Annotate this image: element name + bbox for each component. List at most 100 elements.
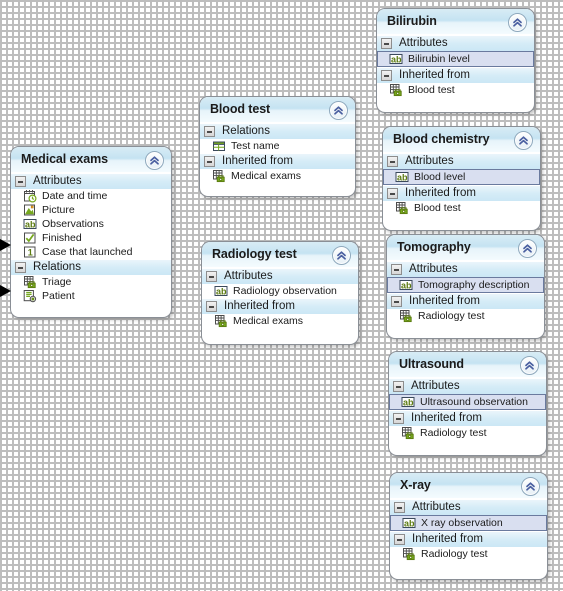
- relation-table-icon: [23, 275, 37, 289]
- section-header-label: Inherited from: [399, 69, 470, 81]
- entity-title-bar[interactable]: Blood test: [200, 97, 355, 123]
- text-ab-icon: ab: [389, 52, 403, 66]
- minus-box-icon[interactable]: [206, 301, 217, 312]
- member-label: Date and time: [42, 190, 108, 202]
- section-header[interactable]: Attributes: [383, 153, 540, 169]
- member-row[interactable]: ab Tomography description: [387, 277, 544, 293]
- minus-box-icon[interactable]: [393, 381, 404, 392]
- minus-box-icon[interactable]: [206, 271, 217, 282]
- member-row[interactable]: ab Radiology observation: [202, 284, 358, 298]
- svg-text:ab: ab: [216, 286, 227, 296]
- section-header[interactable]: Attributes: [387, 261, 544, 277]
- minus-box-icon[interactable]: [381, 38, 392, 49]
- double-chevron-up-icon[interactable]: [508, 13, 527, 32]
- entity-box-tomography[interactable]: Tomography Attributes ab Tomography descrip…: [386, 234, 545, 339]
- entity-title-bar[interactable]: Tomography: [387, 235, 544, 261]
- entity-box-blood-test[interactable]: Blood test Relations Test name Inherited fr…: [199, 96, 356, 197]
- section-header[interactable]: Attributes: [11, 173, 171, 189]
- minus-box-icon[interactable]: [15, 176, 26, 187]
- member-row[interactable]: Radiology test: [387, 309, 544, 323]
- diagram-canvas[interactable]: Medical exams Attributes Date and time Pict…: [0, 0, 563, 591]
- member-row[interactable]: Test name: [200, 139, 355, 153]
- entity-box-x-ray[interactable]: X-ray Attributes ab X ray observation Inheri…: [389, 472, 548, 580]
- member-row[interactable]: Triage: [11, 275, 171, 289]
- entity-title-bar[interactable]: Medical exams: [11, 147, 171, 173]
- text-ab-icon: ab: [395, 170, 409, 184]
- minus-box-icon[interactable]: [393, 413, 404, 424]
- double-chevron-up-icon[interactable]: [145, 151, 164, 170]
- entity-title-label: Radiology test: [212, 247, 297, 261]
- section-header[interactable]: Relations: [11, 259, 171, 275]
- section-header[interactable]: Inherited from: [387, 293, 544, 309]
- minus-box-icon[interactable]: [391, 296, 402, 307]
- member-label: Blood test: [414, 202, 461, 214]
- member-row[interactable]: Radiology test: [389, 426, 546, 440]
- entity-title-bar[interactable]: Blood chemistry: [383, 127, 540, 153]
- member-row[interactable]: Date and time: [11, 189, 171, 203]
- entity-box-medical-exams[interactable]: Medical exams Attributes Date and time Pict…: [10, 146, 172, 318]
- section-header[interactable]: Attributes: [389, 378, 546, 394]
- member-label: Test name: [231, 140, 280, 152]
- minus-box-icon[interactable]: [204, 126, 215, 137]
- entity-title-bar[interactable]: Radiology test: [202, 242, 358, 268]
- number-one-icon: 1: [23, 245, 37, 259]
- svg-text:ab: ab: [391, 54, 402, 64]
- member-row[interactable]: Medical exams: [202, 314, 358, 328]
- double-chevron-up-icon[interactable]: [332, 246, 351, 265]
- entity-box-ultrasound[interactable]: Ultrasound Attributes ab Ultrasound observa…: [388, 351, 547, 456]
- svg-text:ab: ab: [404, 518, 415, 528]
- double-chevron-up-icon[interactable]: [514, 131, 533, 150]
- text-ab-icon: ab: [402, 516, 416, 530]
- member-row[interactable]: ab X ray observation: [390, 515, 547, 531]
- minus-box-icon[interactable]: [387, 188, 398, 199]
- section-header-label: Relations: [33, 261, 81, 273]
- member-row[interactable]: ab Observations: [11, 217, 171, 231]
- minus-box-icon[interactable]: [15, 262, 26, 273]
- section-header[interactable]: Inherited from: [377, 67, 534, 83]
- minus-box-icon[interactable]: [381, 70, 392, 81]
- member-row[interactable]: ab Ultrasound observation: [389, 394, 546, 410]
- section-header[interactable]: Relations: [200, 123, 355, 139]
- triage-relation-arrow: [0, 239, 11, 251]
- date-time-icon: [23, 189, 37, 203]
- double-chevron-up-icon[interactable]: [329, 101, 348, 120]
- member-row[interactable]: Radiology test: [390, 547, 547, 561]
- picture-icon: [23, 203, 37, 217]
- entity-box-radiology-test[interactable]: Radiology test Attributes ab Radiology obse…: [201, 241, 359, 345]
- section-header-label: Inherited from: [411, 412, 482, 424]
- minus-box-icon[interactable]: [387, 156, 398, 167]
- member-row[interactable]: Patient: [11, 289, 171, 303]
- entity-box-bilirubin[interactable]: Bilirubin Attributes ab Bilirubin level Inhe…: [376, 8, 535, 113]
- double-chevron-up-icon[interactable]: [520, 356, 539, 375]
- member-label: Radiology observation: [233, 285, 337, 297]
- double-chevron-up-icon[interactable]: [521, 477, 540, 496]
- section-header[interactable]: Inherited from: [200, 153, 355, 169]
- member-row[interactable]: ab Blood level: [383, 169, 540, 185]
- section-header[interactable]: Attributes: [202, 268, 358, 284]
- member-row[interactable]: ab Bilirubin level: [377, 51, 534, 67]
- member-label: Finished: [42, 232, 82, 244]
- minus-box-icon[interactable]: [394, 502, 405, 513]
- section-header[interactable]: Inherited from: [389, 410, 546, 426]
- member-row[interactable]: 1 Case that launched: [11, 245, 171, 259]
- double-chevron-up-icon[interactable]: [518, 239, 537, 258]
- member-row[interactable]: Finished: [11, 231, 171, 245]
- minus-box-icon[interactable]: [391, 264, 402, 275]
- member-row[interactable]: Picture: [11, 203, 171, 217]
- member-row[interactable]: Blood test: [377, 83, 534, 97]
- member-row[interactable]: Blood test: [383, 201, 540, 215]
- section-header[interactable]: Attributes: [390, 499, 547, 515]
- entity-title-bar[interactable]: Bilirubin: [377, 9, 534, 35]
- minus-box-icon[interactable]: [394, 534, 405, 545]
- entity-title-bar[interactable]: X-ray: [390, 473, 547, 499]
- section-header[interactable]: Attributes: [377, 35, 534, 51]
- section-header[interactable]: Inherited from: [390, 531, 547, 547]
- minus-box-icon[interactable]: [204, 156, 215, 167]
- section-header[interactable]: Inherited from: [202, 298, 358, 314]
- member-label: Bilirubin level: [408, 53, 470, 65]
- entity-box-blood-chemistry[interactable]: Blood chemistry Attributes ab Blood level In…: [382, 126, 541, 231]
- entity-title-label: Blood test: [210, 102, 271, 116]
- member-row[interactable]: Medical exams: [200, 169, 355, 183]
- entity-title-bar[interactable]: Ultrasound: [389, 352, 546, 378]
- section-header[interactable]: Inherited from: [383, 185, 540, 201]
